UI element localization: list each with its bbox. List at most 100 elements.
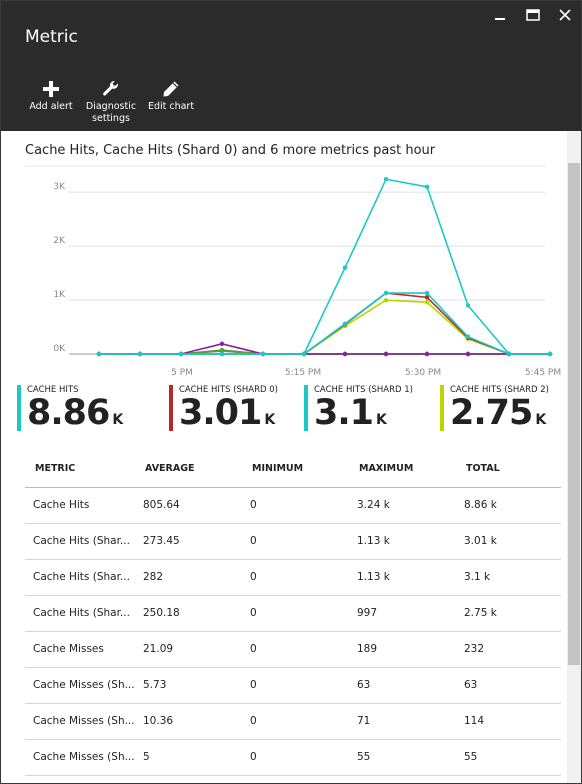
table-row[interactable]: Cache Hits (Shar... 282 0 1.13 k 3.1 k bbox=[25, 559, 561, 596]
series-line bbox=[99, 299, 550, 355]
column-header-total[interactable]: TOTAL bbox=[456, 451, 561, 488]
legend-item-cache-hits[interactable]: CACHE HITS 8.86 K bbox=[17, 385, 123, 433]
legend-item-cache-hits-shard-0[interactable]: CACHE HITS (SHARD 0) 3.01 K bbox=[169, 385, 278, 433]
metrics-grid: METRIC AVERAGE MINIMUM MAXIMUM TOTAL Cac… bbox=[25, 451, 561, 776]
series-point bbox=[383, 298, 389, 303]
series-point bbox=[342, 321, 348, 326]
series-point bbox=[219, 351, 225, 357]
table-cell: 805.64 bbox=[135, 487, 242, 524]
series-point bbox=[465, 334, 471, 339]
table-cell: 997 bbox=[349, 595, 456, 632]
table-cell: 5.73 bbox=[135, 667, 242, 704]
table-cell: 55 bbox=[456, 739, 561, 776]
table-cell: 0 bbox=[242, 667, 349, 704]
legend-number: 3.1 bbox=[314, 393, 374, 433]
legend-color-bar bbox=[169, 385, 173, 431]
table-cell: Cache Misses bbox=[25, 631, 135, 668]
series-point bbox=[547, 351, 553, 357]
close-icon[interactable] bbox=[556, 7, 574, 23]
series-point bbox=[301, 351, 307, 357]
series-point bbox=[424, 351, 430, 357]
series-line bbox=[99, 342, 550, 355]
scrollbar-thumb[interactable] bbox=[568, 163, 580, 665]
edit-chart-button[interactable]: Edit chart bbox=[139, 79, 203, 113]
series-point bbox=[506, 351, 512, 357]
series-point bbox=[424, 290, 430, 296]
table-cell: Cache Hits (Shar... bbox=[25, 595, 135, 632]
column-header-minimum[interactable]: MINIMUM bbox=[242, 451, 349, 488]
table-cell: 5 bbox=[135, 739, 242, 776]
table-cell: Cache Misses (Sh... bbox=[25, 703, 135, 740]
table-cell: 0 bbox=[242, 703, 349, 740]
edit-chart-label: Edit chart bbox=[147, 101, 195, 112]
series-point bbox=[219, 341, 225, 347]
diagnostic-settings-label-line2: settings bbox=[92, 113, 130, 124]
table-cell: 0 bbox=[242, 523, 349, 560]
y-tick-label: 3K bbox=[53, 182, 66, 192]
metrics-line-chart[interactable]: 0K 1K 2K 3K 5 PM 5:15 PM 5:30 PM 5:45 PM bbox=[25, 161, 565, 391]
table-cell: Cache Misses (Sh... bbox=[25, 667, 135, 704]
table-cell: 3.24 k bbox=[349, 487, 456, 524]
table-row[interactable]: Cache Misses (Sh... 5 0 55 55 bbox=[25, 739, 561, 776]
series-point bbox=[383, 177, 389, 182]
series-point bbox=[342, 351, 348, 357]
table-cell: 1.13 k bbox=[349, 523, 456, 560]
metric-blade: Metric Add alert Diagnostic settings Edi… bbox=[0, 0, 582, 784]
legend-number: 8.86 bbox=[27, 393, 110, 433]
legend-item-cache-hits-shard-2[interactable]: CACHE HITS (SHARD 2) 2.75 K bbox=[440, 385, 549, 433]
diagnostic-settings-label: Diagnostic settings bbox=[79, 101, 143, 125]
add-alert-button[interactable]: Add alert bbox=[19, 79, 83, 113]
table-cell: 0 bbox=[242, 631, 349, 668]
column-header-average[interactable]: AVERAGE bbox=[135, 451, 242, 488]
series-point bbox=[178, 351, 184, 357]
series-point bbox=[342, 265, 348, 270]
vertical-scrollbar[interactable] bbox=[567, 131, 581, 783]
table-cell: 0 bbox=[242, 559, 349, 596]
minimize-icon[interactable] bbox=[491, 7, 509, 23]
plus-icon bbox=[19, 79, 83, 99]
column-header-maximum[interactable]: MAXIMUM bbox=[349, 451, 456, 488]
x-tick-label: 5 PM bbox=[171, 368, 193, 378]
series-point bbox=[424, 184, 430, 189]
table-row[interactable]: Cache Misses (Sh... 10.36 0 71 114 bbox=[25, 703, 561, 740]
table-cell: 0 bbox=[242, 487, 349, 524]
blade-title: Metric bbox=[25, 27, 78, 47]
table-row[interactable]: Cache Hits (Shar... 273.45 0 1.13 k 3.01 k bbox=[25, 523, 561, 560]
x-tick-label: 5:15 PM bbox=[285, 368, 321, 378]
legend-value: 2.75 K bbox=[450, 395, 549, 438]
table-cell: 232 bbox=[456, 631, 561, 668]
y-tick-label: 1K bbox=[53, 290, 66, 300]
series-point bbox=[96, 351, 102, 357]
table-cell: 63 bbox=[349, 667, 456, 704]
table-cell: 0 bbox=[242, 595, 349, 632]
y-tick-label: 0K bbox=[53, 344, 66, 354]
table-row[interactable]: Cache Misses 21.09 0 189 232 bbox=[25, 631, 561, 668]
series-point bbox=[465, 351, 471, 357]
y-tick-label: 2K bbox=[53, 236, 66, 246]
legend-value: 8.86 K bbox=[27, 395, 123, 438]
table-cell: Cache Hits (Shar... bbox=[25, 523, 135, 560]
table-row[interactable]: Cache Hits 805.64 0 3.24 k 8.86 k bbox=[25, 487, 561, 524]
table-row[interactable]: Cache Misses (Sh... 5.73 0 63 63 bbox=[25, 667, 561, 704]
pencil-icon bbox=[139, 79, 203, 99]
table-cell: 21.09 bbox=[135, 631, 242, 668]
legend-unit: K bbox=[535, 412, 547, 428]
table-cell: 10.36 bbox=[135, 703, 242, 740]
series-point bbox=[137, 351, 143, 357]
table-cell: 2.75 k bbox=[456, 595, 561, 632]
legend-color-bar bbox=[440, 385, 444, 431]
table-row[interactable]: Cache Hits (Shar... 250.18 0 997 2.75 k bbox=[25, 595, 561, 632]
legend-number: 2.75 bbox=[450, 393, 533, 433]
x-tick-label: 5:30 PM bbox=[405, 368, 441, 378]
table-cell: 55 bbox=[349, 739, 456, 776]
series-point bbox=[383, 351, 389, 357]
legend-number: 3.01 bbox=[179, 393, 262, 433]
table-cell: Cache Misses (Sh... bbox=[25, 739, 135, 776]
legend-item-cache-hits-shard-1[interactable]: CACHE HITS (SHARD 1) 3.1 K bbox=[304, 385, 413, 433]
maximize-icon[interactable] bbox=[524, 7, 542, 23]
column-header-metric[interactable]: METRIC bbox=[25, 451, 135, 488]
series-point bbox=[465, 303, 471, 308]
table-cell: 250.18 bbox=[135, 595, 242, 632]
diagnostic-settings-button[interactable]: Diagnostic settings bbox=[79, 79, 143, 125]
series-point bbox=[383, 290, 389, 296]
